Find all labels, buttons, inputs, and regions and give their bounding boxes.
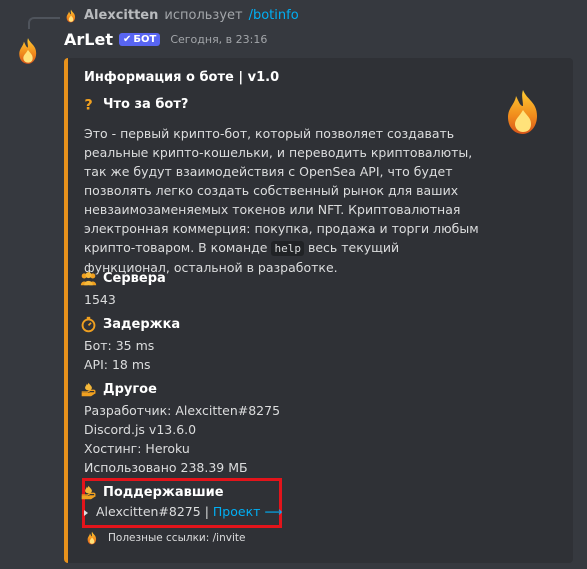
field-about-title: ? Что за бот?: [80, 96, 188, 113]
field-other-title: Другое: [80, 381, 157, 398]
svg-text:?: ?: [84, 98, 92, 113]
group-icon: [80, 272, 97, 286]
other-memory: Использовано 238.39 МБ: [84, 460, 248, 475]
field-latency-label: Задержка: [103, 317, 181, 332]
supporter-entry: Alexcitten#8275 | Проект ⟶: [84, 504, 282, 519]
embed-thumbnail-flame-icon: [503, 88, 543, 136]
embed-footer: Полезные ссылки: /invite: [86, 531, 245, 545]
flame-hand-icon: [81, 485, 97, 500]
embed-title: Информация о боте | v1.0: [84, 70, 280, 85]
latency-bot: Бот: 35 ms: [84, 338, 155, 353]
message-header: ArLet ✔ БОТ Сегодня, в 23:16: [64, 30, 267, 49]
reply-username[interactable]: Alexcitten: [84, 8, 158, 23]
other-library: Discord.js v13.6.0: [84, 422, 197, 437]
supporter-name: Alexcitten#8275 |: [96, 504, 209, 519]
field-supporters-title: Поддержавшие: [80, 484, 224, 501]
bot-tag-label: БОТ: [133, 34, 157, 45]
flame-hand-icon: [81, 382, 97, 397]
verified-check-icon: ✔: [122, 34, 132, 45]
reply-avatar-icon: [64, 9, 78, 23]
reply-preview[interactable]: Alexcitten использует /botinfo: [64, 8, 299, 23]
footer-flame-icon: [86, 531, 98, 545]
question-icon: ?: [84, 98, 92, 113]
stopwatch-icon: [81, 316, 96, 333]
project-link[interactable]: Проект ⟶: [213, 504, 282, 519]
footer-text: Полезные ссылки: /invite: [108, 532, 246, 544]
latency-api: API: 18 ms: [84, 357, 151, 372]
field-about-label: Что за бот?: [103, 97, 189, 112]
bot-tag-badge: ✔ БОТ: [118, 33, 161, 46]
field-supporters-label: Поддержавшие: [103, 485, 224, 500]
bot-name[interactable]: ArLet: [64, 30, 113, 49]
servers-count: 1543: [84, 292, 116, 307]
about-text-start: Это - первый крипто-бот, который позволя…: [84, 126, 479, 255]
message-timestamp: Сегодня, в 23:16: [170, 33, 268, 46]
field-latency-title: Задержка: [80, 316, 180, 333]
reply-command[interactable]: /botinfo: [249, 8, 299, 23]
other-hosting: Хостинг: Heroku: [84, 441, 190, 456]
other-developer: Разработчик: Alexcitten#8275: [84, 403, 281, 418]
bot-info-embed: Информация о боте | v1.0 ? Что за бот? Э…: [64, 58, 573, 563]
bot-avatar[interactable]: [16, 37, 40, 65]
field-servers-title: Сервера: [80, 270, 166, 287]
field-other-label: Другое: [103, 382, 157, 397]
field-servers-label: Сервера: [103, 271, 166, 286]
help-command-code: help: [271, 241, 304, 256]
reply-connector: [28, 17, 60, 29]
bullet-icon: [84, 509, 88, 516]
reply-action: использует: [164, 8, 243, 23]
about-description: Это - первый крипто-бот, который позволя…: [84, 124, 484, 277]
